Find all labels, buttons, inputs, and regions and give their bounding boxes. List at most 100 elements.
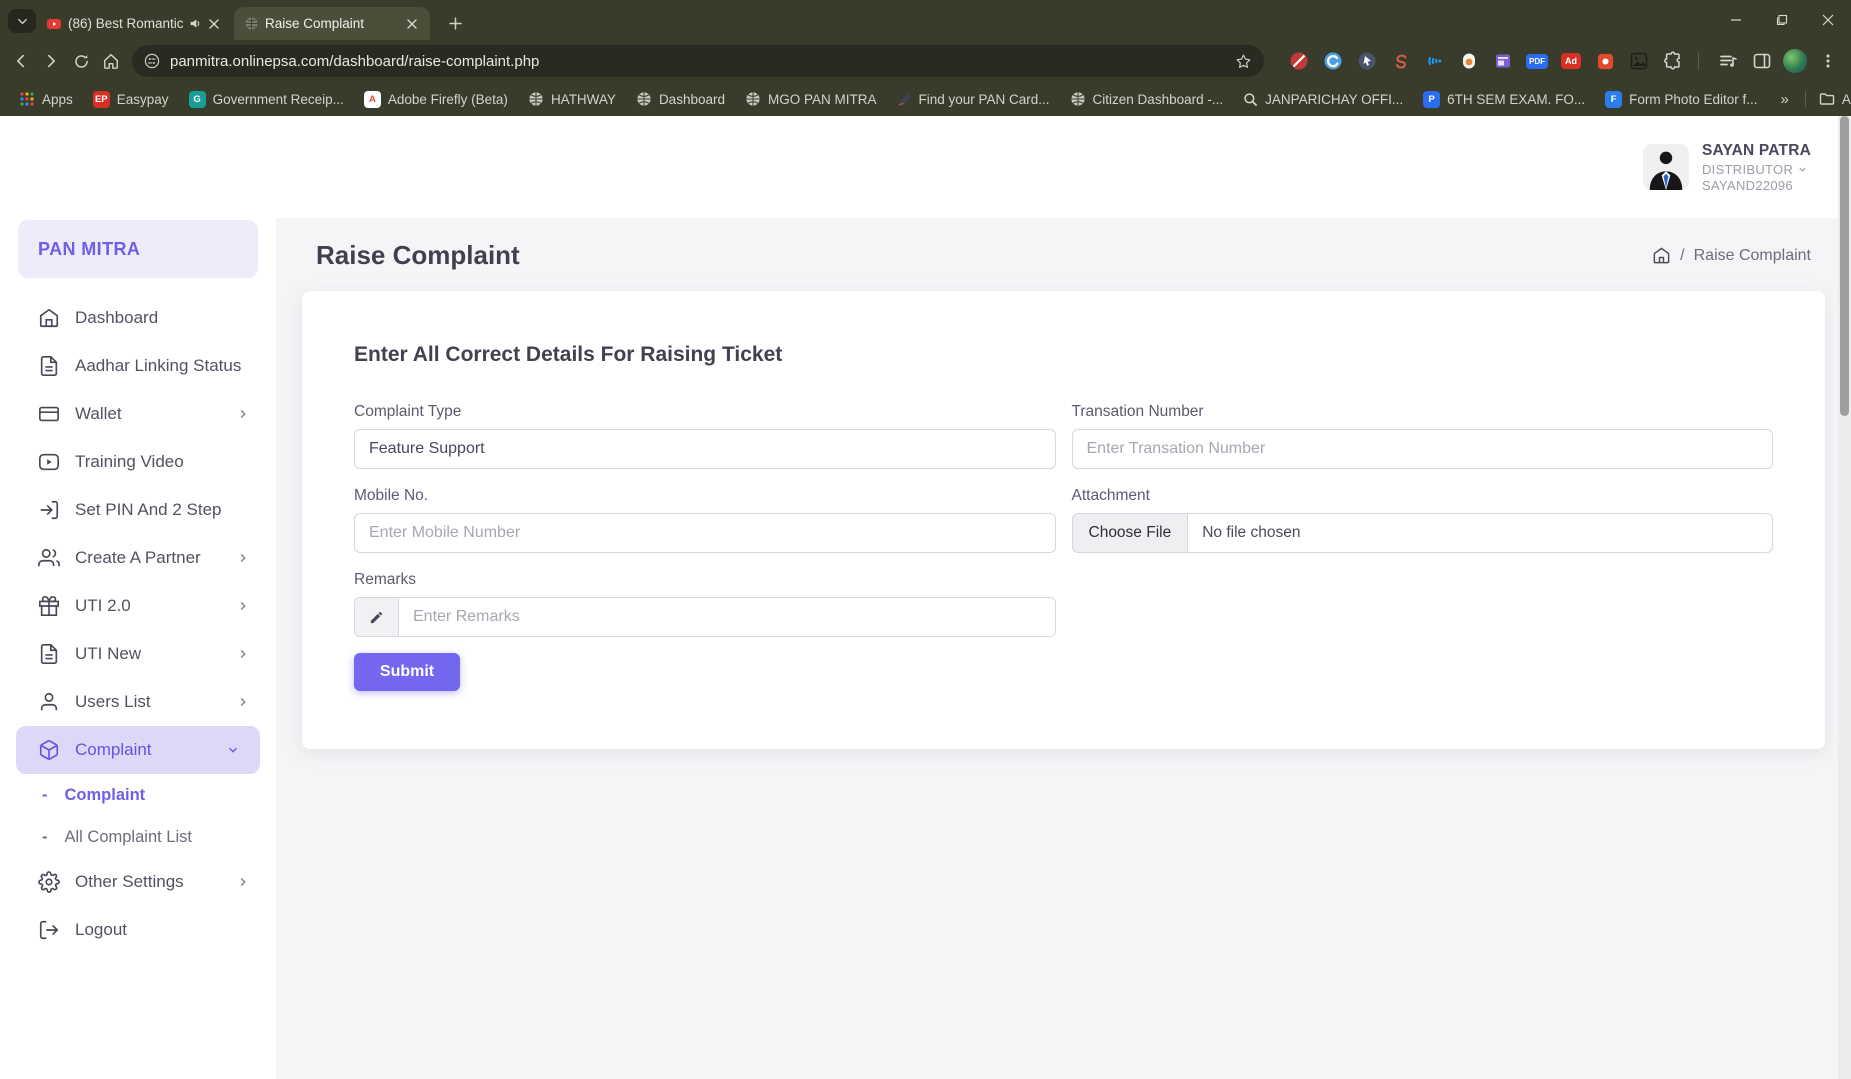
cursor-extension-icon[interactable] xyxy=(1354,48,1380,74)
sidebar-item-other-settings[interactable]: Other Settings xyxy=(0,858,276,906)
browser-window: (86) Best Romantic Song | V Raise Compla… xyxy=(0,0,1851,1079)
sidebar-item-label: Aadhar Linking Status xyxy=(75,356,241,376)
user-role: DISTRIBUTOR xyxy=(1702,162,1793,177)
sidebar-item-wallet[interactable]: Wallet xyxy=(0,390,276,438)
bookmark-label: 6TH SEM EXAM. FO... xyxy=(1447,92,1585,107)
red-extension-icon[interactable] xyxy=(1592,48,1618,74)
bookmark-label: Easypay xyxy=(117,92,169,107)
home-icon[interactable] xyxy=(1652,246,1671,265)
image-extension-icon[interactable] xyxy=(1626,48,1652,74)
bookmark-janparichay[interactable]: JANPARICHAY OFFI... xyxy=(1236,86,1410,112)
minimize-button[interactable] xyxy=(1713,0,1759,40)
close-window-button[interactable] xyxy=(1805,0,1851,40)
avatar xyxy=(1643,144,1689,190)
content-area: Raise Complaint / Raise Complaint Enter … xyxy=(276,218,1851,1079)
bookmark-find-pan-card[interactable]: Find your PAN Card... xyxy=(890,86,1057,112)
address-bar[interactable]: panmitra.onlinepsa.com/dashboard/raise-c… xyxy=(132,45,1264,77)
submenu-item-complaint[interactable]: - Complaint xyxy=(0,774,276,816)
submenu-item-all-complaint-list[interactable]: - All Complaint List xyxy=(0,816,276,858)
maximize-button[interactable] xyxy=(1759,0,1805,40)
bookmark-form-photo-editor[interactable]: F Form Photo Editor f... xyxy=(1598,86,1764,112)
skip-ad-extension-icon[interactable]: Ad xyxy=(1558,48,1584,74)
tab-strip: (86) Best Romantic Song | V Raise Compla… xyxy=(0,0,1851,40)
sidebar-item-users-list[interactable]: Users List xyxy=(0,678,276,726)
s-ring-extension-icon[interactable] xyxy=(1388,48,1414,74)
session-extension-icon[interactable] xyxy=(1456,48,1482,74)
bookmark-citizen-dashboard[interactable]: Citizen Dashboard -... xyxy=(1063,86,1231,112)
submenu-item-label: Complaint xyxy=(65,786,146,805)
adblock-extension-icon[interactable] xyxy=(1286,48,1312,74)
sidebar-item-uti-2[interactable]: UTI 2.0 xyxy=(0,582,276,630)
tab-raise-complaint[interactable]: Raise Complaint xyxy=(234,7,430,40)
tab-close-icon[interactable] xyxy=(404,16,420,32)
tab-youtube[interactable]: (86) Best Romantic Song | V xyxy=(36,7,232,40)
bookmark-dashboard[interactable]: Dashboard xyxy=(629,86,732,112)
sidebar-item-aadhar-linking-status[interactable]: Aadhar Linking Status xyxy=(0,342,276,390)
sidebar-item-uti-new[interactable]: UTI New xyxy=(0,630,276,678)
submenu-item-label: All Complaint List xyxy=(65,828,192,847)
page-title-row: Raise Complaint / Raise Complaint xyxy=(302,240,1825,271)
sidebar-item-label: Other Settings xyxy=(75,872,184,892)
bookmark-easypay[interactable]: EP Easypay xyxy=(86,86,176,112)
choose-file-button[interactable]: Choose File xyxy=(1073,514,1189,552)
tab-organize-button[interactable] xyxy=(8,9,36,33)
f-icon: F xyxy=(1605,91,1622,108)
back-button[interactable] xyxy=(6,46,36,76)
sidebar-item-complaint[interactable]: Complaint xyxy=(16,726,260,774)
forward-button[interactable] xyxy=(36,46,66,76)
file-input[interactable]: Choose File No file chosen xyxy=(1072,513,1774,553)
brand-logo[interactable]: PAN MITRA xyxy=(18,220,258,278)
side-panel-icon[interactable] xyxy=(1749,48,1775,74)
bookmark-apps[interactable]: Apps xyxy=(12,86,80,112)
sidebar-item-set-pin[interactable]: Set PIN And 2 Step xyxy=(0,486,276,534)
reload-button[interactable] xyxy=(66,46,96,76)
adobe-icon: A xyxy=(364,91,381,108)
new-tab-button[interactable] xyxy=(442,10,468,36)
bookmark-label: Dashboard xyxy=(659,92,725,107)
toolbar-separator xyxy=(1698,52,1699,70)
bookmark-star-icon[interactable] xyxy=(1235,53,1252,70)
sidebar-item-label: Create A Partner xyxy=(75,548,201,568)
extensions-puzzle-icon[interactable] xyxy=(1660,48,1686,74)
bookmark-adobe-firefly[interactable]: A Adobe Firefly (Beta) xyxy=(357,86,515,112)
all-bookmarks-button[interactable]: All Bookmarks xyxy=(1812,86,1851,112)
gov-receipt-icon: G xyxy=(189,91,206,108)
bookmarks-overflow-chevron[interactable]: » xyxy=(1770,91,1798,108)
swirl-extension-icon[interactable] xyxy=(1320,48,1346,74)
browser-profile-avatar[interactable] xyxy=(1783,49,1807,73)
tab-close-icon[interactable] xyxy=(206,16,222,32)
sidebar-item-logout[interactable]: Logout xyxy=(0,906,276,954)
wifi-extension-icon[interactable] xyxy=(1422,48,1448,74)
page-scrollbar[interactable] xyxy=(1838,116,1851,1079)
bookmark-6th-sem-exam[interactable]: P 6TH SEM EXAM. FO... xyxy=(1416,86,1592,112)
window-extension-icon[interactable] xyxy=(1490,48,1516,74)
tab-audio-icon[interactable] xyxy=(189,17,202,30)
mobile-input[interactable] xyxy=(354,513,1056,553)
media-controls-icon[interactable] xyxy=(1715,48,1741,74)
bookmark-government-receipt[interactable]: G Government Receip... xyxy=(182,86,351,112)
user-menu[interactable]: SAYAN PATRA DISTRIBUTOR SAYAND22096 xyxy=(1643,142,1811,193)
submit-button[interactable]: Submit xyxy=(354,653,460,691)
complaint-type-input[interactable] xyxy=(354,429,1056,469)
gear-icon xyxy=(38,871,60,893)
bookmark-label: Form Photo Editor f... xyxy=(1629,92,1757,107)
sidebar-item-training-video[interactable]: Training Video xyxy=(0,438,276,486)
breadcrumb-separator: / xyxy=(1680,247,1684,265)
sidebar-item-create-a-partner[interactable]: Create A Partner xyxy=(0,534,276,582)
home-button[interactable] xyxy=(96,46,126,76)
pdf-extension-icon[interactable]: PDF xyxy=(1524,48,1550,74)
url-text[interactable]: panmitra.onlinepsa.com/dashboard/raise-c… xyxy=(170,53,1227,70)
bookmarks-separator xyxy=(1805,91,1806,107)
sidebar-item-dashboard[interactable]: Dashboard xyxy=(0,294,276,342)
remarks-input[interactable] xyxy=(399,598,1055,636)
bookmark-mgo-pan-mitra[interactable]: MGO PAN MITRA xyxy=(738,86,884,112)
browser-menu-icon[interactable] xyxy=(1815,48,1841,74)
bookmark-hathway[interactable]: HATHWAY xyxy=(521,86,623,112)
scrollbar-thumb[interactable] xyxy=(1840,116,1849,416)
credit-card-icon xyxy=(38,403,60,425)
globe-favicon-icon xyxy=(244,16,259,31)
site-settings-icon[interactable] xyxy=(144,53,160,69)
transation-number-input[interactable] xyxy=(1072,429,1774,469)
tab-title: Raise Complaint xyxy=(265,16,398,31)
remarks-label: Remarks xyxy=(354,571,1056,589)
